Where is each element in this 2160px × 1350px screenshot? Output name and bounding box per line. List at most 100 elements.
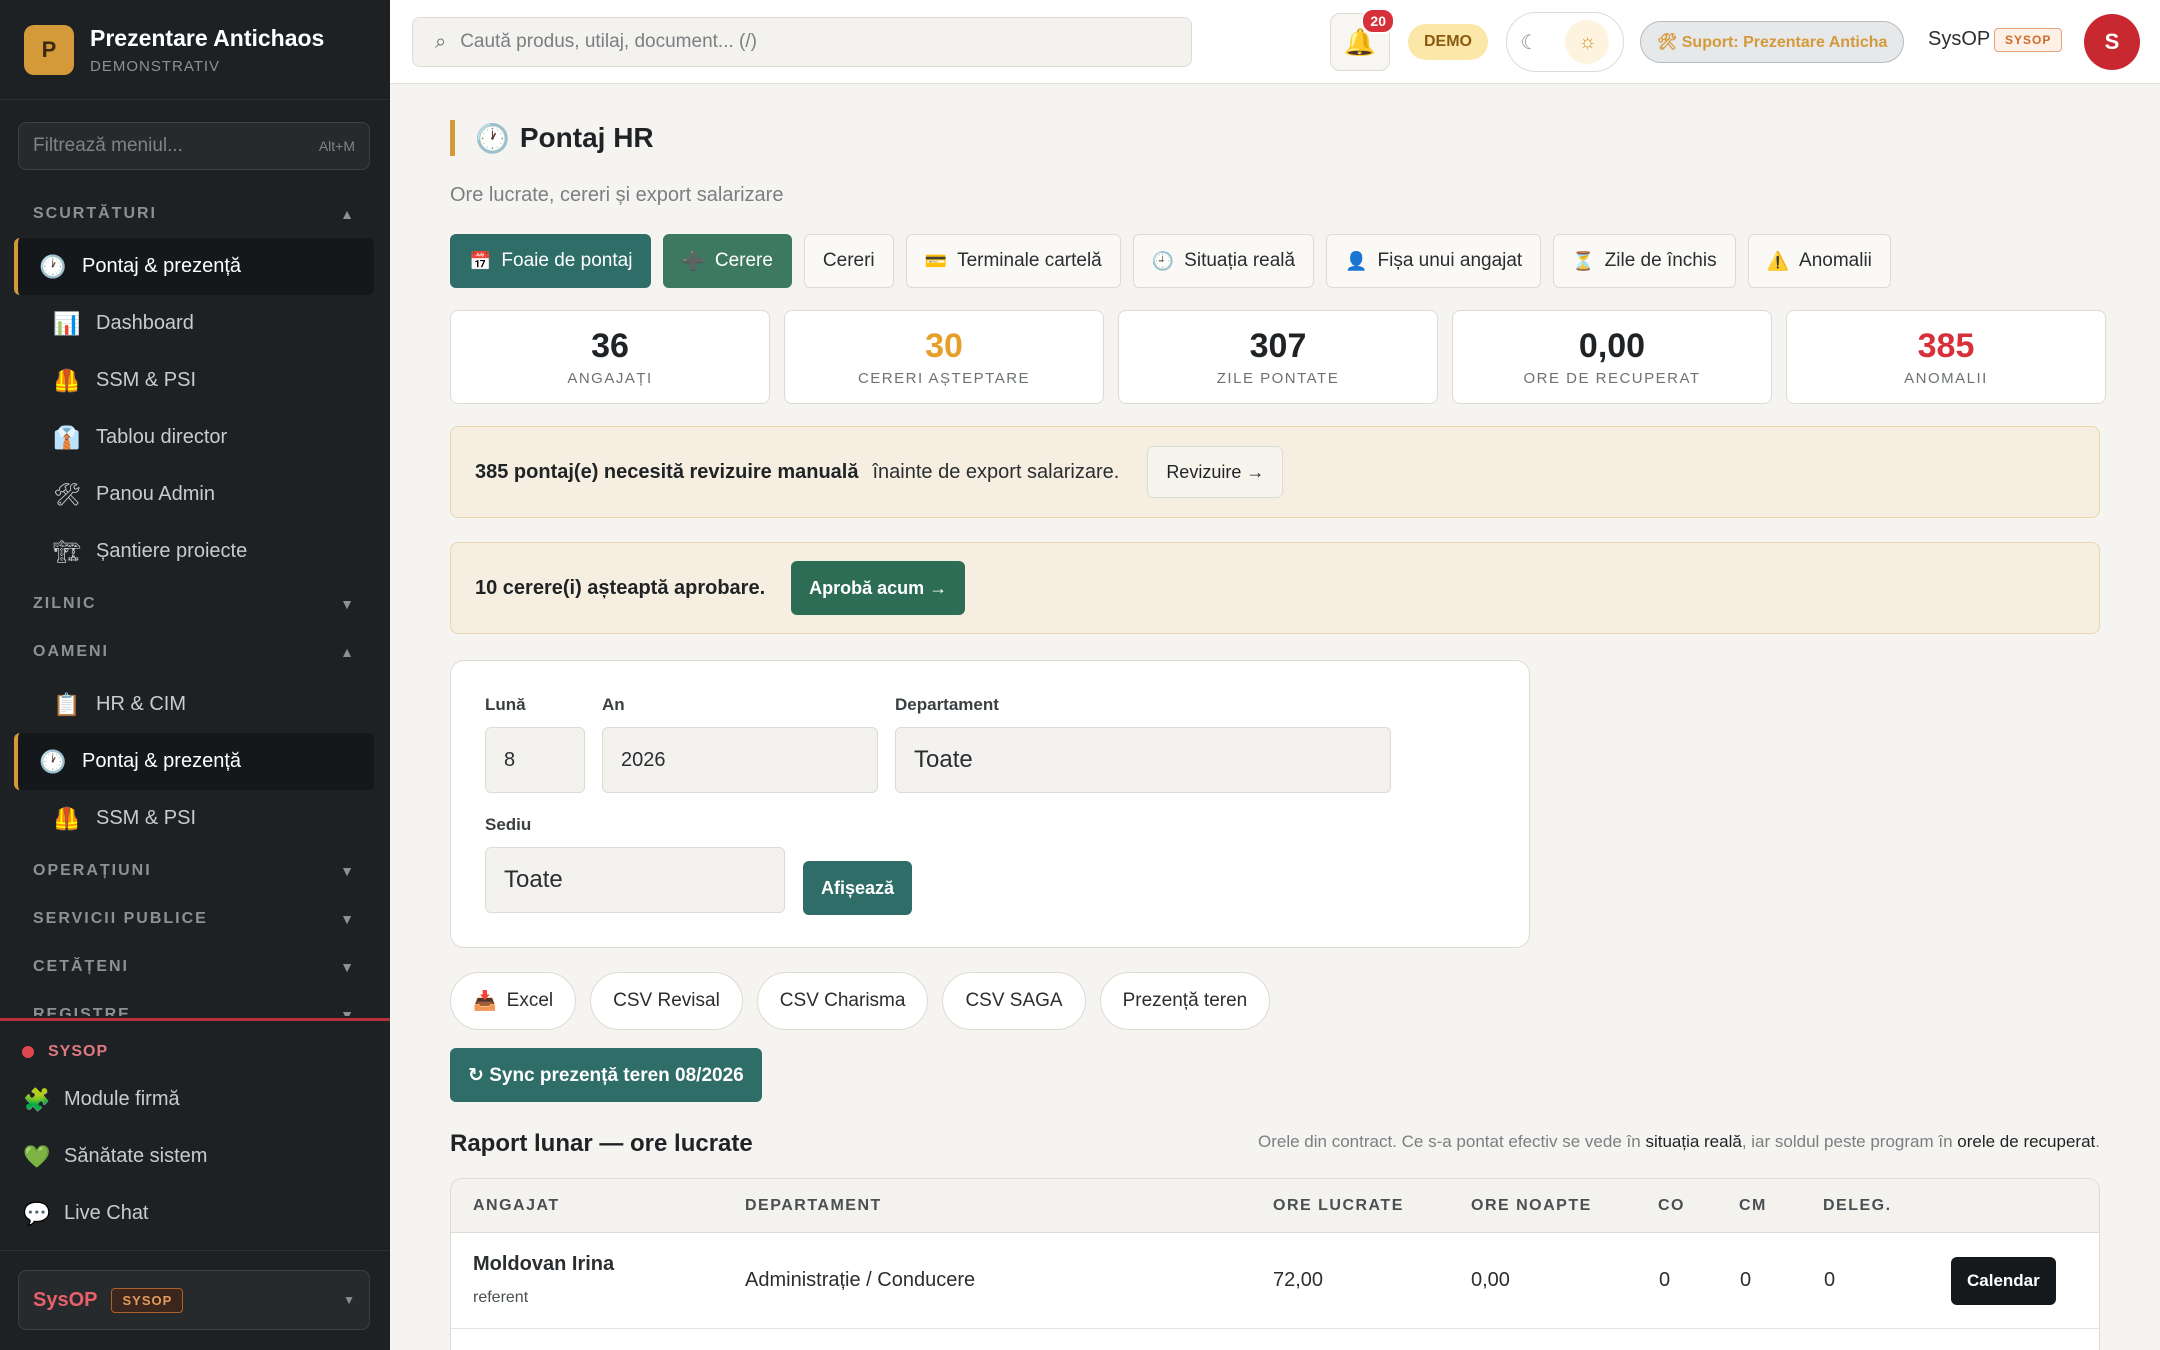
chevron-up-icon: ▲ [340,206,356,222]
employee-deleg: 0 [1824,1269,1836,1291]
employee-name[interactable]: Moldovan Irina [473,1253,614,1276]
sidebar-item-label: Live Chat [64,1202,149,1224]
site-select[interactable]: Toate [485,847,785,913]
sidebar-item-ssm[interactable]: 🦺 SSM & PSI [16,352,374,409]
col-deleg[interactable]: DELEG. [1823,1197,1892,1215]
menu-filter-input[interactable] [33,135,293,157]
export-csv-revisal-button[interactable]: CSV Revisal [590,972,743,1030]
col-department[interactable]: DEPARTAMENT [745,1197,882,1215]
stat-cereri-asteptare: 30 CERERI AȘTEPTARE [784,310,1104,404]
col-hours[interactable]: ORE LUCRATE [1273,1197,1404,1215]
safety-vest-icon: 🦺 [53,805,81,831]
department-select[interactable]: Toate [895,727,1391,793]
chart-icon: 📊 [53,310,81,336]
avatar[interactable]: S [2084,14,2140,70]
chevron-down-icon: ▼ [340,1007,356,1016]
employee-night-hours: 0,00 [1471,1269,1510,1291]
tab-zile-inchis[interactable]: ⏳ Zile de închis [1553,234,1736,288]
support-button[interactable]: 🛠 Suport: Prezentare Anticha [1640,21,1905,63]
sun-icon[interactable]: ☼ [1565,20,1610,64]
stat-label: ANOMALII [1904,370,1988,387]
search-input[interactable] [460,31,1161,53]
tools-icon: 🛠 [53,481,81,507]
sync-presence-button[interactable]: ↻ Sync prezență teren 08/2026 [450,1048,762,1102]
link-ore-recuperat[interactable]: orele de recuperat [1957,1132,2095,1151]
sidebar-item-ssm-people[interactable]: 🦺 SSM & PSI [16,790,374,847]
sidebar-item-livechat[interactable]: 💬 Live Chat [0,1185,390,1242]
section-daily[interactable]: ZILNIC ▼ [0,580,390,628]
export-csv-charisma-button[interactable]: CSV Charisma [756,972,929,1030]
year-field[interactable]: 2026 [602,727,878,793]
sidebar-item-label: Panou Admin [96,483,215,505]
theme-toggle[interactable]: ☾ ☼ [1506,12,1624,72]
sidebar-item-health[interactable]: 💚 Sănătate sistem [0,1128,390,1185]
topbar-username[interactable]: SysOP [1928,28,1990,51]
tab-fisa-angajat[interactable]: 👤 Fișa unui angajat [1326,234,1542,288]
col-employee[interactable]: ANGAJAT [473,1197,560,1215]
topbar: ⌕ 🔔 20 DEMO ☾ ☼ 🛠 Suport: Prezentare Ant… [390,0,2160,84]
col-cm[interactable]: CM [1739,1197,1767,1215]
sidebar: P Prezentare Antichaos DEMONSTRATIV Alt+… [0,0,390,1350]
sidebar-item-modules[interactable]: 🧩 Module firmă [0,1071,390,1128]
review-button[interactable]: Revizuire → [1147,446,1284,498]
menu-filter[interactable]: Alt+M [18,122,370,170]
sidebar-item-director[interactable]: 👔 Tablou director [16,409,374,466]
search-icon: ⌕ [435,30,447,53]
stat-label: ORE DE RECUPERAT [1523,370,1701,387]
clipboard-icon: 📋 [53,691,81,717]
tab-foaie-pontaj[interactable]: 📅 Foaie de pontaj [450,234,652,288]
export-csv-saga-button[interactable]: CSV SAGA [942,972,1086,1030]
section-label: SERVICII PUBLICE [33,910,208,927]
sidebar-item-hr[interactable]: 📋 HR & CIM [16,676,374,733]
report-note: Orele din contract. Ce s-a pontat efecti… [1258,1132,2100,1152]
calendar-icon: 📅 [469,250,492,271]
link-situatia-reala[interactable]: situația reală [1645,1132,1741,1151]
global-search[interactable]: ⌕ [412,17,1192,67]
section-shortcuts[interactable]: SCURTĂTURI ▲ [0,190,390,238]
export-field-presence-button[interactable]: Prezență teren [1099,972,1271,1030]
approval-alert: 10 cerere(i) așteaptă aprobare. Aprobă a… [450,542,2100,634]
heart-icon: 💚 [23,1143,51,1169]
tab-anomalii[interactable]: ⚠️ Anomalii [1747,234,1891,288]
tab-cereri[interactable]: Cereri [803,234,894,288]
show-button[interactable]: Afișează [803,861,913,915]
sidebar-item-dashboard[interactable]: 📊 Dashboard [16,295,374,352]
stats-row: 36 ANGAJAȚI 30 CERERI AȘTEPTARE 307 ZILE… [450,310,2106,404]
note-text: . [2095,1132,2100,1151]
moon-icon[interactable]: ☾ [1521,30,1539,55]
hourglass-icon: ⏳ [1572,250,1595,271]
month-label: Lună [485,695,526,714]
site-label: Sediu [485,815,532,834]
sidebar-item-pontaj[interactable]: 🕐 Pontaj & prezență [14,238,374,295]
sidebar-user-menu[interactable]: SysOP SYSOP ▼ [18,1270,370,1330]
section-registers[interactable]: REGISTRE ▼ [0,991,390,1016]
col-co[interactable]: CO [1658,1197,1685,1215]
section-public-services[interactable]: SERVICII PUBLICE ▼ [0,895,390,943]
section-operations[interactable]: OPERAȚIUNI ▼ [0,847,390,895]
construction-icon: 🏗 [53,538,81,564]
sidebar-item-label: Module firmă [64,1088,180,1110]
notification-count: 20 [1361,8,1395,34]
tab-situatia-reala[interactable]: 🕘 Situația reală [1132,234,1315,288]
brand[interactable]: P Prezentare Antichaos DEMONSTRATIV [0,0,390,100]
export-excel-button[interactable]: 📥 Excel [450,972,577,1030]
col-night-hours[interactable]: ORE NOAPTE [1471,1197,1592,1215]
month-field[interactable]: 8 [485,727,585,793]
sidebar-item-admin[interactable]: 🛠 Panou Admin [16,466,374,523]
sidebar-item-label: Dashboard [96,312,194,334]
section-people[interactable]: OAMENI ▲ [0,628,390,676]
tab-cerere[interactable]: ➕ Cerere [663,234,792,288]
warning-icon: ⚠️ [1766,250,1790,271]
notifications-button[interactable]: 🔔 20 [1330,8,1395,71]
brand-subtitle: DEMONSTRATIV [90,57,221,75]
tab-terminale[interactable]: 💳 Terminale cartelă [905,234,1121,288]
section-citizens[interactable]: CETĂȚENI ▼ [0,943,390,991]
section-label: CETĂȚENI [33,958,129,975]
chevron-up-icon: ▲ [340,644,356,660]
approve-now-button[interactable]: Aprobă acum → [791,561,966,615]
filter-card: Lună 8 An 2026 Departament Toate Sediu T… [450,660,1530,948]
safety-vest-icon: 🦺 [53,367,81,393]
calendar-button[interactable]: Calendar [1951,1257,2056,1305]
sidebar-item-santiere[interactable]: 🏗 Șantiere proiecte [16,523,374,580]
sidebar-item-pontaj-people[interactable]: 🕐 Pontaj & prezență [14,733,374,790]
